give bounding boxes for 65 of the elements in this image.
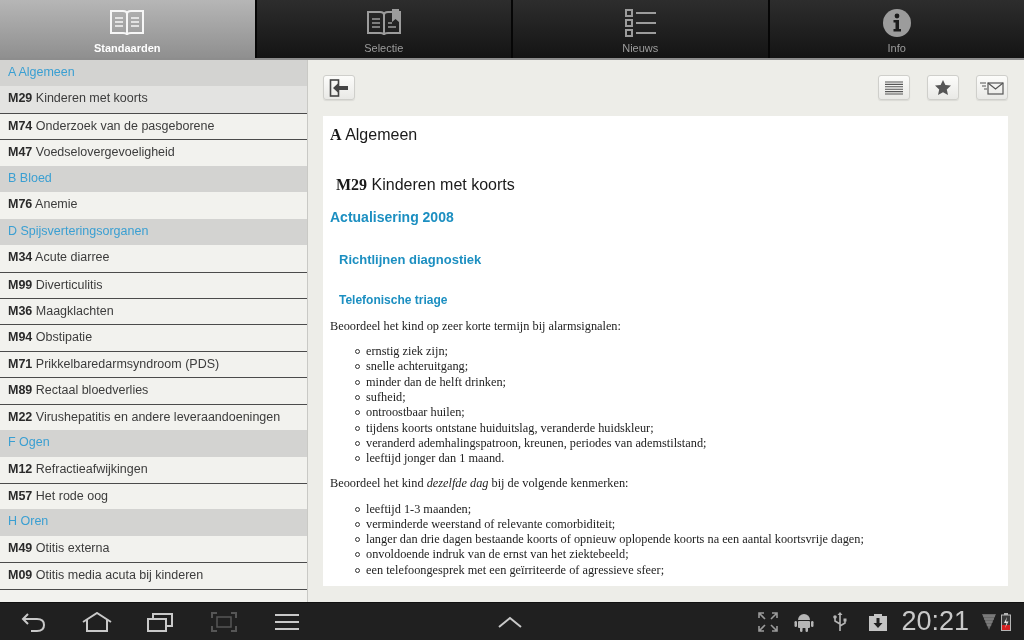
star-icon xyxy=(935,80,951,95)
list-item-text: veranderd ademhalingspatroon, kreunen, periodes van ademstilstand; xyxy=(366,435,707,451)
caret-up-icon xyxy=(498,615,522,628)
sidebar-item[interactable]: M09 Otitis media acuta bij kinderen xyxy=(0,562,307,589)
list-item-text: leeftijd jonger dan 1 maand. xyxy=(366,451,505,467)
exit-button[interactable] xyxy=(323,75,355,100)
list-icon xyxy=(623,9,658,37)
tab[interactable]: Nieuws xyxy=(513,0,770,58)
section-header: F Ogen xyxy=(0,430,307,457)
list-item-text: een telefoongesprek met een geïrriteerde of agressieve sfeer; xyxy=(366,562,665,578)
exit-icon xyxy=(329,78,349,97)
sidebar-item[interactable]: M71 Prikkelbaredarmsyndroom (PDS) xyxy=(0,350,307,378)
back-icon xyxy=(20,611,46,632)
list-item-text: onvoldoende indruk van de ernst van het ziektebeeld; xyxy=(366,547,629,563)
list-item-text: sufheid; xyxy=(366,390,406,406)
menu-icon xyxy=(275,612,299,631)
section-header: A Algemeen xyxy=(0,60,307,87)
download-icon xyxy=(868,611,889,632)
sidebar-item[interactable]: M29 Kinderen met koorts xyxy=(0,86,307,113)
text-view-button[interactable] xyxy=(878,75,910,100)
sidebar-item[interactable]: M94 Obstipatie xyxy=(0,324,307,351)
list-item-text: ontroostbaar huilen; xyxy=(366,405,465,421)
sidebar-item[interactable]: M74 Onderzoek van de pasgeborene xyxy=(0,112,307,140)
signal-icon xyxy=(982,613,996,630)
sidebar-item[interactable]: M12 Refractieafwijkingen xyxy=(0,456,307,483)
battery-icon xyxy=(1001,612,1011,631)
list-item-text: leeftijd 1-3 maanden; xyxy=(366,501,472,517)
sidebar-item[interactable]: M34 Acute diarree xyxy=(0,245,307,272)
chapter-heading: A Algemeen xyxy=(330,125,419,145)
section-header: D Spijsverteringsorganen xyxy=(0,218,307,246)
sidebar-item[interactable]: M49 Otitis externa xyxy=(0,535,307,563)
section-header: H Oren xyxy=(0,509,307,536)
sidebar-item[interactable]: M36 Maagklachten xyxy=(0,297,307,325)
sidebar-item[interactable]: M47 Voedselovergevoeligheid xyxy=(0,139,307,166)
section-heading: Actualisering 2008 xyxy=(330,208,455,227)
section-header: B Bloed xyxy=(0,165,307,193)
sidebar-item[interactable]: M76 Anemie xyxy=(0,192,307,219)
recent-apps-icon xyxy=(147,611,173,632)
paragraph: Beoordeel het kind dezelfde dag bij de volgende kenmerken: xyxy=(330,475,630,491)
fullscreen-icon xyxy=(758,611,779,632)
sidebar-item[interactable]: M99 Diverticulitis xyxy=(0,271,307,298)
tab[interactable]: Info xyxy=(769,0,1024,58)
envelope-icon xyxy=(980,80,1004,95)
screenshot-icon xyxy=(210,611,237,632)
topic-heading: Telefonische triage xyxy=(338,292,449,309)
clock-time: 20:21 xyxy=(901,606,969,637)
list-item-text: snelle achteruitgang; xyxy=(366,359,469,375)
list-item-text: tijdens koorts ontstane huiduitslag, veranderde huidskleur; xyxy=(366,420,654,436)
paragraph: Beoordeel het kind op zeer korte termijn bij alarmsignalen: xyxy=(330,318,622,334)
usb-icon xyxy=(832,611,849,632)
android-icon xyxy=(794,611,815,632)
open-book-icon xyxy=(110,9,145,37)
list-item-text: minder dan de helft drinken; xyxy=(366,374,506,390)
subsection-heading: Richtlijnen diagnostiek xyxy=(338,251,483,269)
book-with-bookmark-icon xyxy=(366,9,401,37)
sidebar-item[interactable]: M89 Rectaal bloedverlies xyxy=(0,377,307,404)
email-button[interactable] xyxy=(976,75,1008,100)
tab[interactable]: Selectie xyxy=(256,0,513,58)
list-item-text: verminderde weerstand of relevante comorbiditeit; xyxy=(366,516,616,532)
standard-title: M29 Kinderen met koorts xyxy=(335,175,516,195)
list-item-text: ernstig ziek zijn; xyxy=(366,344,448,360)
favorite-button[interactable] xyxy=(927,75,959,100)
home-icon xyxy=(81,611,112,632)
list-item-text: langer dan drie dagen bestaande koorts of opnieuw oplopende koorts na een aantal koortsvrije dagen; xyxy=(366,532,864,548)
lines-icon xyxy=(885,80,903,95)
